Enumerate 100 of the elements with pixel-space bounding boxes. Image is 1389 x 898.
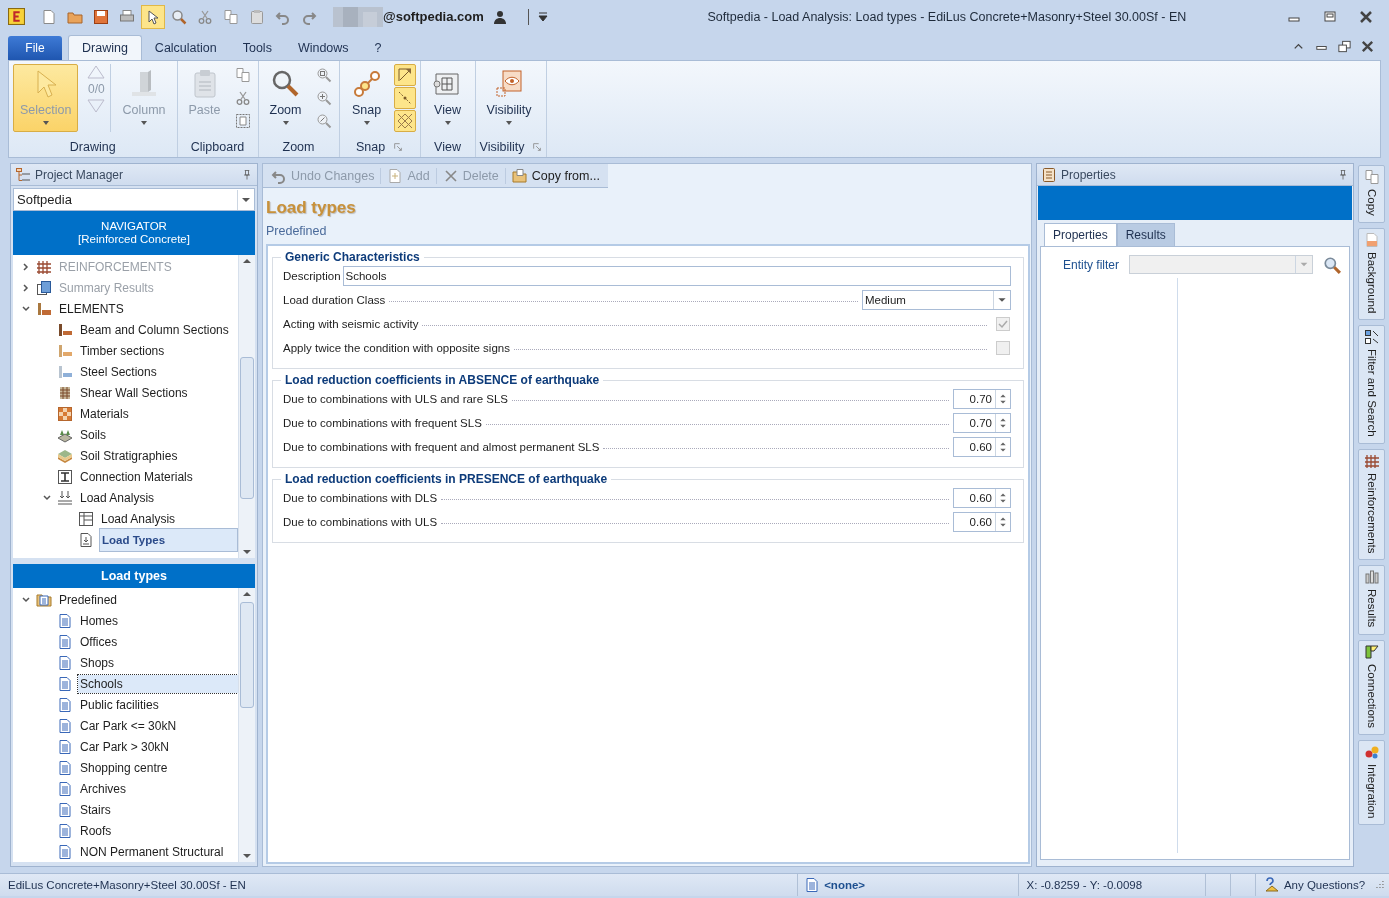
help-link[interactable]: Any Questions? [1283,879,1366,891]
copy-icon [1363,169,1380,185]
collapse-chevron-icon[interactable] [21,303,31,314]
toolbar-button[interactable]: Copy from... [505,167,606,184]
side-tab[interactable]: Copy [1358,165,1385,223]
ribbon-tab[interactable]: ? [361,36,395,60]
dropdown-field[interactable]: Medium [862,290,1011,310]
dropdown-field[interactable] [1129,255,1313,274]
ribbon-tab[interactable]: Windows [284,36,362,60]
customize-caret-icon[interactable] [527,8,551,25]
side-tab[interactable]: Filter and Search [1358,325,1385,444]
tab[interactable]: Properties [1044,223,1117,246]
rebar-grid-icon [1363,452,1380,469]
collapse-chevron-icon[interactable] [42,492,52,503]
tree-item[interactable]: Beam and Column Sections [78,320,231,339]
tree-item[interactable]: Soil Stratigraphies [78,446,180,465]
tree-item[interactable]: Soils [78,425,108,444]
project-dropdown[interactable]: Softpedia [13,188,255,211]
copy-icon [234,67,251,83]
tree-item[interactable]: Steel Sections [78,362,159,381]
layer-status[interactable]: <none> [824,879,866,891]
collapse-chevron-icon[interactable] [21,594,31,605]
tree-item[interactable]: Public facilities [78,695,161,714]
app-logo-icon[interactable] [8,8,25,25]
dialog-launcher-icon[interactable] [532,142,543,152]
small-tool-button[interactable] [393,64,416,86]
tree-item[interactable]: Car Park <= 30kN [78,716,179,735]
tree-item[interactable]: Load Analysis [99,509,178,528]
scrollbar[interactable] [238,588,255,862]
restore-button[interactable] [1337,39,1352,54]
dialog-launcher-icon[interactable] [393,142,404,152]
ribbon-button[interactable]: Snap [343,64,390,132]
tree-item[interactable]: Car Park > 30kN [78,737,172,756]
ribbon-tab[interactable]: Tools [229,36,285,60]
ribbon-button[interactable]: Visibility [479,64,539,132]
tree-item[interactable]: Connection Materials [78,467,195,486]
field-label: Acting with seismic activity [283,318,419,330]
pin-icon[interactable] [1337,168,1349,181]
number-spinner[interactable]: 0.60 [953,512,1011,532]
ribbon-button[interactable]: View [424,64,471,132]
calculator-icon [36,279,52,296]
field-label: Due to combinations with frequent SLS [283,417,482,429]
tree-item[interactable]: ELEMENTS [57,299,126,318]
load-document-icon [78,531,94,548]
file-menu-tab[interactable]: File [8,36,62,60]
tree-item[interactable]: Stairs [78,800,113,819]
navigator-title: NAVIGATOR [101,220,167,233]
folder-document-icon [36,591,52,608]
search-icon[interactable] [1323,255,1341,274]
side-tab[interactable]: Integration [1358,739,1385,825]
new-file-icon [41,8,57,25]
tab[interactable]: Results [1116,223,1175,246]
pin-icon[interactable] [241,168,253,181]
scissors-icon [234,90,251,106]
number-spinner[interactable]: 0.70 [953,413,1011,433]
tree-item[interactable]: Shops [78,653,117,672]
table-icon [78,510,94,527]
number-spinner[interactable]: 0.60 [953,437,1011,457]
timber-section-icon [57,342,73,359]
toolbar-button[interactable] [141,4,165,29]
tree-item[interactable]: NON Permanent Structural [78,842,226,861]
field-label: Entity filter [1063,257,1119,272]
small-tool-button[interactable] [393,110,416,132]
filter-icon [1363,329,1380,346]
checker-icon [57,405,73,422]
tree-item[interactable]: Roofs [78,821,114,840]
group-title: Drawing [69,140,116,154]
tree-item[interactable]: Materials [78,404,131,423]
group-title: Visibility [479,140,525,154]
tree-item[interactable]: Timber sections [78,341,167,360]
panel-title: Load types [101,569,167,583]
tree-item[interactable]: Offices [78,632,120,651]
ribbon-button[interactable]: Zoom [262,64,309,132]
document-icon [57,696,73,713]
tree-item[interactable]: Load Types [99,527,238,552]
side-tab[interactable]: Connections [1358,639,1385,735]
tree-item[interactable]: Shear Wall Sections [78,383,190,402]
number-spinner[interactable]: 0.60 [953,488,1011,508]
page-heading: Load types [265,197,357,218]
close-button[interactable] [1360,39,1375,54]
save-icon [93,8,109,25]
tree-item[interactable]: Shopping centre [78,758,170,777]
side-tab[interactable]: Background [1358,227,1385,321]
group-title: View [434,140,461,154]
resize-grip-icon[interactable] [1373,879,1385,891]
scrollbar[interactable] [238,255,255,558]
wall-icon [57,384,73,401]
tree-item[interactable]: Archives [78,779,128,798]
tree-item[interactable]: Homes [78,611,120,630]
delete-icon [442,167,459,184]
input-field[interactable]: Schools [342,266,1011,286]
ribbon-tab[interactable]: Drawing [68,35,142,60]
side-tab[interactable]: Reinforcements [1358,448,1385,561]
tree-item[interactable]: Load Analysis [78,488,157,507]
number-spinner[interactable]: 0.70 [953,389,1011,409]
tree-item[interactable]: Predefined [57,590,120,609]
ribbon-tab[interactable]: Calculation [141,36,230,60]
tree-item[interactable]: Schools [78,674,238,693]
side-tab[interactable]: Results [1358,565,1385,635]
user-icon[interactable] [491,8,508,25]
